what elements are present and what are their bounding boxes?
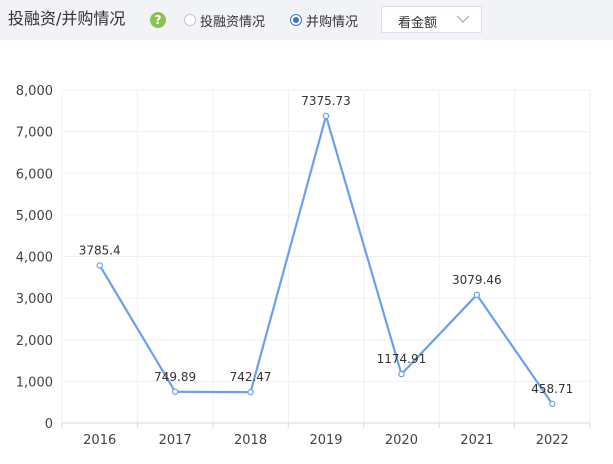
data-label: 742.47 [230, 370, 272, 384]
select-value: 看金额 [398, 16, 438, 31]
line-chart: 0 1,000 2,000 3,000 4,000 5,000 6,000 7,000 8,00… [16, 84, 591, 448]
data-point [549, 400, 556, 408]
y-tick-label: 4,000 [16, 251, 53, 266]
y-tick-label: 0 [45, 417, 53, 432]
metric-select[interactable]: 看金额 [381, 6, 482, 33]
y-tick-label: 2,000 [16, 334, 53, 349]
data-point [322, 112, 330, 120]
y-tick-label: 6,000 [16, 167, 53, 182]
data-label: 749.89 [154, 370, 196, 384]
question-mark-icon[interactable]: ? [150, 12, 166, 28]
x-tick-label: 2018 [234, 433, 267, 448]
chart-header: 投融资/并购情况 ? 投融资情况 并购情况 看金额 [0, 0, 613, 40]
data-label: 1174.91 [377, 352, 427, 366]
series-line [98, 114, 554, 405]
data-point [171, 388, 179, 395]
y-tick-label: 8,000 [16, 84, 53, 99]
y-tick-label: 5,000 [16, 209, 53, 224]
data-point [398, 370, 405, 378]
radio-label: 投融资情况 [200, 14, 266, 30]
x-tick-label: 2022 [536, 433, 569, 448]
radio-label: 并购情况 [306, 14, 359, 30]
x-tick-label: 2020 [385, 433, 418, 448]
radio-acquisition[interactable]: 并购情况 [290, 10, 358, 30]
data-label: 458.71 [531, 382, 573, 396]
radio-investment[interactable]: 投融资情况 [184, 10, 265, 30]
radio-circle-icon[interactable] [184, 14, 196, 26]
x-tick-label: 2019 [309, 433, 342, 448]
y-tick-label: 3,000 [16, 292, 53, 307]
data-label: 7375.73 [301, 94, 351, 108]
x-tick-label: 2017 [159, 433, 192, 448]
data-point [247, 388, 254, 396]
y-tick-label: 1,000 [16, 375, 53, 390]
radio-circle-checked-icon[interactable] [290, 14, 302, 26]
page-title: 投融资/并购情况 [8, 9, 126, 28]
data-point [473, 291, 481, 299]
data-label: 3785.4 [79, 243, 121, 257]
data-label: 3079.46 [452, 273, 502, 287]
y-tick-label: 7,000 [16, 126, 53, 141]
chevron-down-icon [456, 15, 470, 23]
data-point [96, 262, 103, 269]
x-tick-label: 2021 [460, 433, 493, 448]
x-tick-label: 2016 [83, 433, 116, 448]
